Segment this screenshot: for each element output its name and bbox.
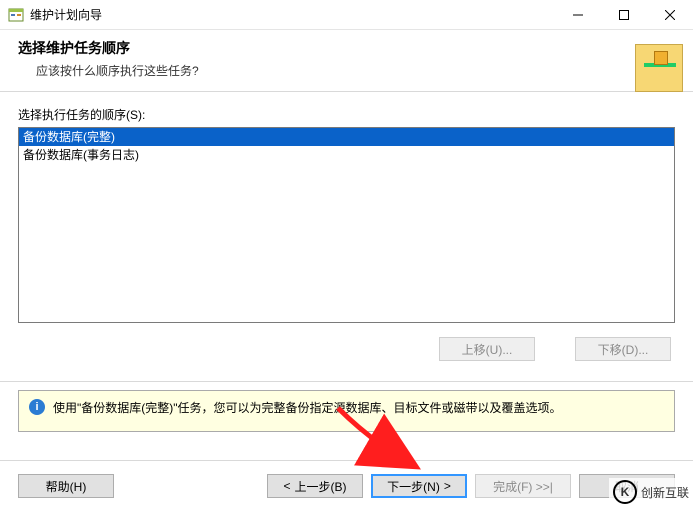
- close-button[interactable]: [647, 0, 693, 29]
- window-controls: [555, 0, 693, 29]
- wizard-footer: 帮助(H) < 上一步(B) 下一步(N) > 完成(F) >>| 取消: [0, 461, 693, 511]
- header-graphic-icon: [635, 44, 683, 92]
- back-button[interactable]: < 上一步(B): [267, 474, 363, 498]
- wizard-header: 选择维护任务顺序 应该按什么顺序执行这些任务?: [0, 30, 693, 92]
- move-up-button[interactable]: 上移(U)...: [439, 337, 535, 361]
- hint-text: 使用"备份数据库(完整)"任务，您可以为完整备份指定源数据库、目标文件或磁带以及…: [53, 399, 562, 416]
- separator: [0, 381, 693, 382]
- task-order-label: 选择执行任务的顺序(S):: [18, 106, 675, 123]
- info-icon: i: [29, 399, 45, 415]
- maximize-button[interactable]: [601, 0, 647, 29]
- chevron-left-icon: <: [283, 479, 290, 493]
- next-button[interactable]: 下一步(N) >: [371, 474, 467, 498]
- task-list-item[interactable]: 备份数据库(完整): [19, 128, 674, 146]
- finish-button[interactable]: 完成(F) >>|: [475, 474, 571, 498]
- chevron-right-icon: >: [444, 479, 451, 493]
- minimize-button[interactable]: [555, 0, 601, 29]
- page-title: 选择维护任务顺序: [18, 38, 675, 58]
- watermark: K 创新互联: [609, 478, 693, 506]
- watermark-text: 创新互联: [641, 484, 689, 501]
- client-area: 选择执行任务的顺序(S): 备份数据库(完整)备份数据库(事务日志) 上移(U)…: [0, 92, 693, 367]
- move-buttons-row: 上移(U)... 下移(D)...: [18, 337, 675, 361]
- window-title: 维护计划向导: [30, 6, 102, 23]
- move-down-button[interactable]: 下移(D)...: [575, 337, 671, 361]
- task-list-item[interactable]: 备份数据库(事务日志): [19, 146, 674, 164]
- help-button[interactable]: 帮助(H): [18, 474, 114, 498]
- task-order-listbox[interactable]: 备份数据库(完整)备份数据库(事务日志): [18, 127, 675, 323]
- hint-box: i 使用"备份数据库(完整)"任务，您可以为完整备份指定源数据库、目标文件或磁带…: [18, 390, 675, 432]
- watermark-logo-icon: K: [613, 480, 637, 504]
- title-bar: 维护计划向导: [0, 0, 693, 30]
- page-subtitle: 应该按什么顺序执行这些任务?: [36, 62, 675, 79]
- app-icon: [8, 7, 24, 23]
